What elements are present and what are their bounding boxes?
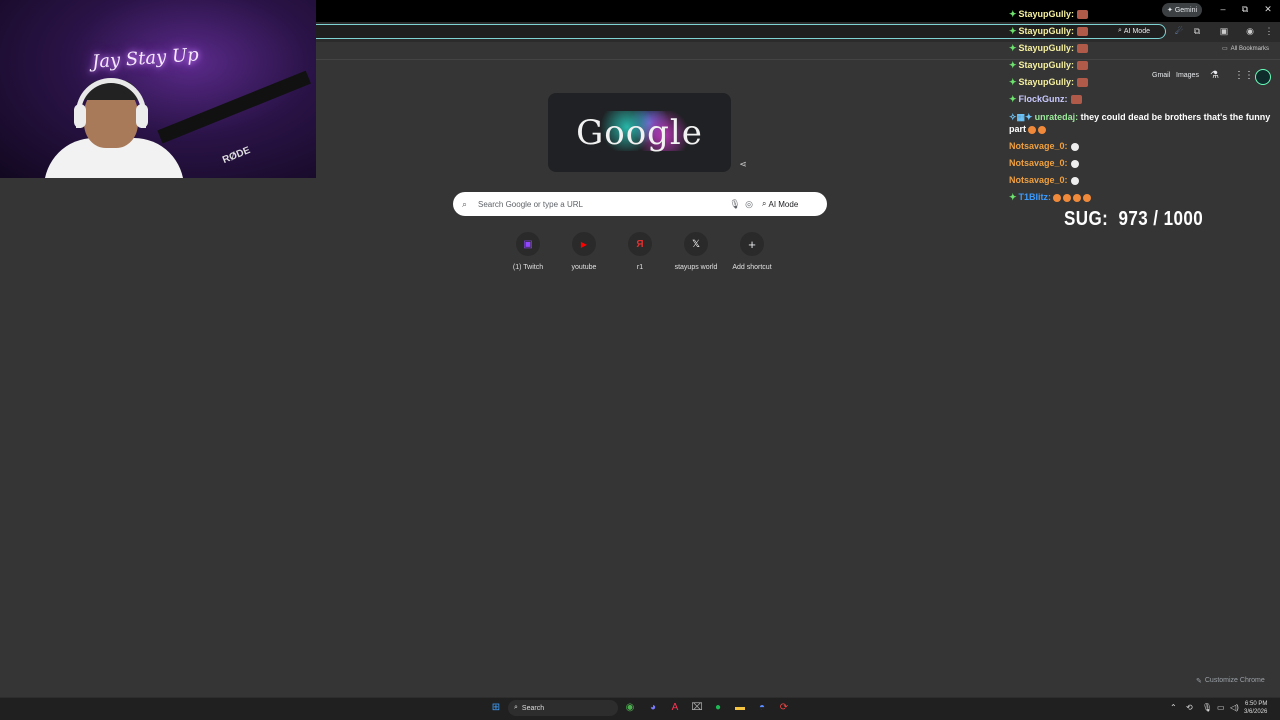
chat-message: ✦ StayupGully:: [1009, 6, 1279, 23]
google-logo: Google: [576, 113, 703, 153]
share-icon[interactable]: ⋖: [737, 158, 749, 170]
microphone-icon[interactable]: 🎙: [1202, 703, 1212, 712]
emote-icon: [1073, 193, 1082, 202]
google-doodle[interactable]: Google: [548, 93, 731, 172]
customize-chrome-button[interactable]: ✎ Customize Chrome: [1196, 674, 1272, 687]
badge-icon: ✦: [1009, 9, 1017, 19]
tray-app-icon[interactable]: ⟲: [1186, 703, 1193, 712]
chat-message: ✦ StayupGully:: [1009, 74, 1279, 91]
pencil-icon: ✎: [1196, 677, 1202, 685]
search-box[interactable]: ⌕ 🎙 ◎ ⌕ AI Mode: [453, 192, 827, 216]
x-icon: 𝕏: [684, 232, 708, 256]
chat-message: ✦ StayupGully:: [1009, 23, 1279, 40]
ai-mode-button[interactable]: ⌕ AI Mode: [762, 199, 798, 209]
taskbar-clock[interactable]: 6:50 PM 3/6/2026: [1244, 700, 1267, 716]
shortcut-twitch[interactable]: ▣ (1) Twitch: [500, 232, 556, 271]
badge-icon: ✦: [1009, 43, 1017, 53]
chat-message: ✦ StayupGully:: [1009, 40, 1279, 57]
emote-icon: [1053, 193, 1062, 202]
emote-icon: [1083, 193, 1092, 202]
chat-message: Notsavage_0:: [1009, 172, 1279, 189]
twitch-icon: ▣: [516, 232, 540, 256]
shortcut-label: stayups world: [674, 264, 718, 271]
tray-chevron-icon[interactable]: ⌃: [1170, 703, 1177, 712]
emote-icon: [1077, 78, 1089, 88]
adobe-icon[interactable]: A: [668, 701, 682, 715]
add-shortcut-button[interactable]: + Add shortcut: [724, 232, 780, 271]
search-icon: ⌕: [462, 198, 468, 209]
headphone-cup-right: [136, 104, 148, 128]
chat-message: ✧▦✦ unratedaj: they could dead be brother…: [1009, 112, 1271, 134]
badge-icon: ✦: [1009, 60, 1017, 70]
shortcut-youtube[interactable]: ▶ youtube: [556, 232, 612, 271]
spotify-icon[interactable]: ●: [711, 701, 725, 715]
chat-message: ✦ T1Blitz:: [1009, 189, 1279, 206]
badge-icon: ✦: [1009, 94, 1017, 104]
emote-icon: [1070, 95, 1082, 105]
discord-icon[interactable]: ◕: [646, 701, 660, 715]
shortcut-label: (1) Twitch: [512, 264, 544, 271]
emote-icon: [1077, 27, 1089, 37]
windows-taskbar: [0, 697, 1280, 720]
file-explorer-icon[interactable]: ▬: [733, 701, 747, 715]
plus-icon: +: [740, 232, 764, 256]
taskbar-search[interactable]: ⌕ Search: [508, 700, 618, 716]
headphone-cup-left: [74, 104, 86, 128]
emote-icon: [1077, 61, 1089, 71]
chat-message: Notsavage_0:: [1009, 138, 1279, 155]
mic-brand: RØDE: [220, 144, 252, 167]
browser-app-icon[interactable]: ◓: [755, 701, 769, 715]
search-icon: ⌕: [514, 704, 518, 711]
emote-icon: [1028, 125, 1037, 134]
search-input[interactable]: [478, 199, 728, 209]
badge-icon: ✦: [1009, 26, 1017, 36]
mic-arm: [157, 70, 311, 144]
volume-icon[interactable]: ◁): [1230, 703, 1239, 712]
windows-start-icon[interactable]: ⊞: [489, 701, 503, 715]
badge-icon: ✦: [1009, 77, 1017, 87]
emote-icon: [1077, 44, 1089, 54]
emote-icon: [1038, 125, 1047, 134]
emote-icon: [1077, 10, 1089, 20]
microphone-icon[interactable]: 🎙: [728, 199, 742, 210]
youtube-icon: ▶: [572, 232, 596, 256]
chat-message: Notsavage_0:: [1009, 155, 1279, 172]
chat-message: ✦ StayupGully:: [1009, 57, 1279, 74]
app-icon[interactable]: ⌧: [690, 701, 704, 715]
emote-icon: [1070, 159, 1079, 168]
display-icon[interactable]: ▭: [1217, 703, 1225, 712]
shortcut-stayups-world[interactable]: 𝕏 stayups world: [668, 232, 724, 271]
chrome-icon[interactable]: ◉: [623, 701, 637, 715]
sug-counter: SUG: 973 / 1000: [1064, 208, 1204, 230]
webcam-overlay: Jay Stay Up RØDE: [0, 0, 316, 178]
badge-icon: ✦: [1009, 192, 1017, 202]
shortcut-label: youtube: [571, 264, 597, 271]
shortcut-r1[interactable]: Я r1: [612, 232, 668, 271]
search-sparkle-icon: ⌕: [762, 199, 767, 208]
recorder-icon[interactable]: ⟳: [777, 701, 791, 715]
r1-icon: Я: [628, 232, 652, 256]
chat-message: ✦ FlockGunz:: [1009, 91, 1279, 108]
emote-icon: [1063, 193, 1072, 202]
badge-icon: ✧▦✦: [1009, 112, 1033, 122]
stream-chat-overlay: ✦ StayupGully: ✦ StayupGully: ✦ StayupGully…: [1009, 6, 1279, 206]
shortcut-label: r1: [636, 264, 644, 271]
emote-icon: [1070, 142, 1079, 151]
lens-camera-icon[interactable]: ◎: [742, 199, 756, 210]
shortcut-label: Add shortcut: [732, 264, 772, 271]
emote-icon: [1070, 176, 1079, 185]
neon-sign: Jay Stay Up: [91, 44, 200, 73]
